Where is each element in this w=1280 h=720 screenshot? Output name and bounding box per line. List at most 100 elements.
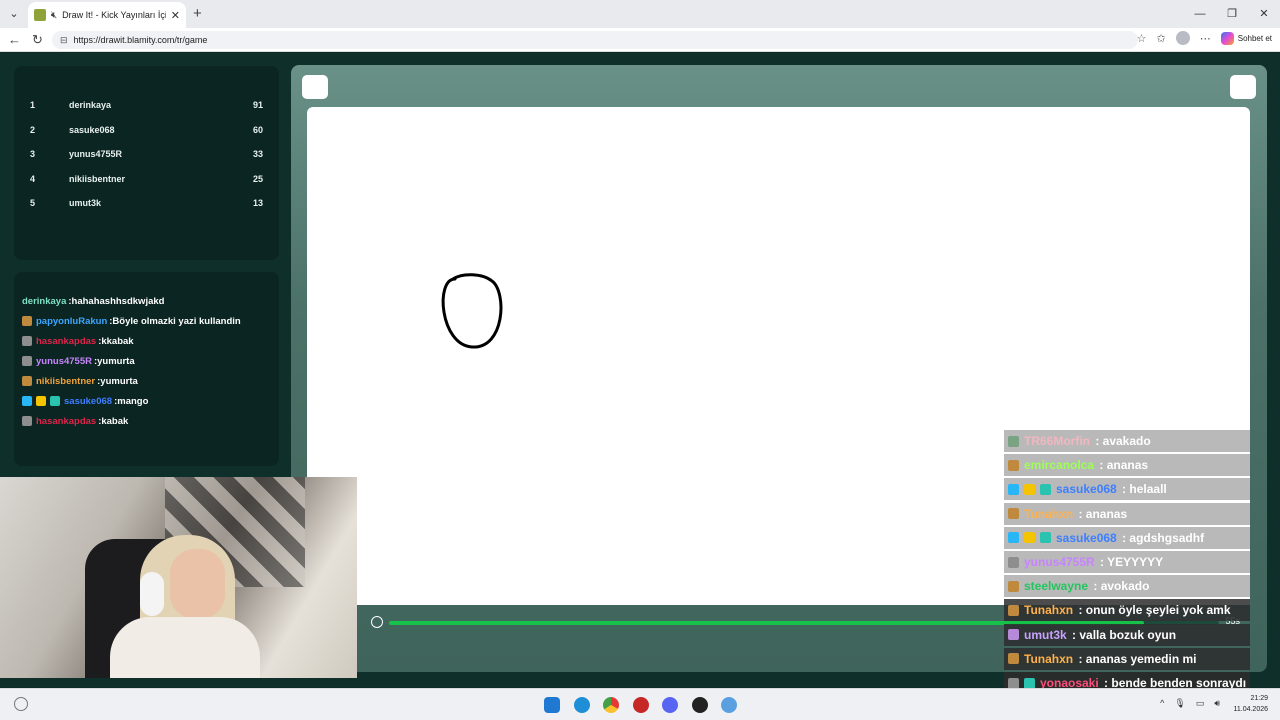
start-windows-icon[interactable] <box>544 697 560 713</box>
stream-chat-message: emircanolca : ananas <box>1004 454 1250 477</box>
streamer-face <box>170 549 225 619</box>
back-arrow-icon[interactable]: ← <box>8 32 21 47</box>
chat-text: :kabak <box>98 415 129 427</box>
stream-chat-message: sasuke068 : agdshgsadhf <box>1004 526 1250 549</box>
user-badge-icon <box>22 376 32 386</box>
chrome-icon[interactable] <box>603 697 619 713</box>
leaderboard-row: 5 umut3k 13 <box>14 198 279 216</box>
favorites-icon[interactable]: ✩ <box>1157 32 1166 45</box>
stream-chat-text: : avokado <box>1090 579 1150 594</box>
star-favorite-icon[interactable]: ☆ <box>1137 32 1147 45</box>
leaderboard-score: 13 <box>252 198 263 209</box>
chat-username[interactable]: nikiisbentner <box>36 376 95 387</box>
chat-username[interactable]: yunus4755R <box>36 356 92 367</box>
chat-username[interactable]: hasankapdas <box>36 336 96 347</box>
windows-taskbar: ^ 🎙︎ ▭ 🔊︎ 21:29 11.04.2026 <box>0 688 1280 720</box>
app-red-icon[interactable] <box>633 697 649 713</box>
leaderboard-score: 33 <box>252 149 263 160</box>
user-badge-icon <box>36 396 46 406</box>
chat-message: sasuke068:mango <box>22 392 148 410</box>
leaderboard-score: 60 <box>252 124 263 135</box>
drawn-stroke <box>441 273 503 349</box>
speaker-muted-icon[interactable]: 🔇︎ <box>51 10 57 21</box>
chat-text: :yumurta <box>97 375 138 387</box>
chat-message: hasankapdas:kkabak <box>22 332 134 350</box>
user-badge-icon <box>1008 653 1019 665</box>
user-badge-icon <box>1008 580 1019 592</box>
window-controls: — ❐ ✕ <box>1184 0 1280 28</box>
chat-username[interactable]: hasankapdas <box>36 416 96 427</box>
reload-icon[interactable]: ↻ <box>32 32 43 48</box>
chat-username[interactable]: derinkaya <box>22 296 66 307</box>
copilot-label: Sohbet et <box>1237 33 1272 43</box>
stream-chat-username: yunus4755R <box>1024 555 1095 569</box>
stream-chat-username: emircanolca <box>1024 458 1095 473</box>
stream-chat-text: : ananas yemedin mi <box>1075 651 1197 666</box>
leaderboard-name: nikiisbentner <box>69 173 126 184</box>
chat-username[interactable]: papyonluRakun <box>36 316 107 327</box>
url-text[interactable]: https://drawit.blamity.com/tr/game <box>74 35 208 45</box>
user-badge-icon <box>1008 532 1019 544</box>
user-badge-icon <box>1008 629 1019 641</box>
minimize-icon[interactable]: — <box>1184 0 1216 28</box>
user-badge-icon <box>1008 508 1019 520</box>
edge-browser-icon[interactable] <box>574 697 590 713</box>
stream-chat-message: sasuke068 : helaall <box>1004 478 1250 501</box>
search-icon[interactable] <box>14 697 28 711</box>
user-badge-icon <box>1008 483 1019 495</box>
stream-chat-message: Tunahxn : onun öyle şeylei yok amk <box>1004 599 1250 622</box>
leaderboard-rank: 3 <box>30 149 36 160</box>
game-left-button[interactable] <box>302 75 328 99</box>
chat-text: :Böyle olmazki yazi kullandin <box>109 315 241 327</box>
game-right-button[interactable] <box>1230 75 1256 99</box>
taskbar-clock[interactable]: 21:29 11.04.2026 <box>1233 693 1268 715</box>
chat-username[interactable]: sasuke068 <box>64 396 112 407</box>
network-icon[interactable]: ▭ <box>1196 698 1205 709</box>
user-badge-icon <box>1008 556 1019 568</box>
new-tab-plus-icon[interactable]: + <box>193 5 202 22</box>
site-info-icon[interactable]: ⊟ <box>60 35 68 46</box>
chat-message: nikiisbentner:yumurta <box>22 372 138 390</box>
tray-chevron-icon[interactable]: ^ <box>1160 698 1164 709</box>
user-badge-icon <box>1024 483 1035 495</box>
url-field[interactable]: ⊟ https://drawit.blamity.com/tr/game <box>52 31 1138 49</box>
more-menu-icon[interactable]: ⋯ <box>1200 32 1211 45</box>
leaderboard-score: 91 <box>252 100 263 110</box>
user-badge-icon <box>1040 532 1051 544</box>
obs-icon[interactable] <box>692 697 708 713</box>
stream-chat-username: steelwayne <box>1024 579 1089 594</box>
clock-time: 21:29 <box>1250 695 1268 702</box>
volume-icon[interactable]: 🔊︎ <box>1214 698 1220 709</box>
profile-avatar[interactable] <box>1175 31 1190 45</box>
browser-tab-active[interactable]: 🔇︎ Draw It! - Kick Yayınları İçin Ç ✕ <box>28 2 186 28</box>
microphone-icon[interactable]: 🎙︎ <box>1174 698 1185 709</box>
stream-chat-username: sasuke068 <box>1056 530 1117 545</box>
leaderboard-rank: 1 <box>30 100 36 110</box>
user-badge-icon <box>1040 483 1051 495</box>
discord-icon[interactable] <box>662 697 678 713</box>
chat-message: hasankapdas:kabak <box>22 412 128 430</box>
stream-chat-text: : ananas <box>1096 458 1149 473</box>
leaderboard-rank: 2 <box>30 124 36 135</box>
chat-text: :mango <box>114 395 149 407</box>
stream-chat-text: : avakado <box>1092 434 1151 448</box>
leaderboard-row: 4 nikiisbentner 25 <box>14 174 279 192</box>
leaderboard-name: sasuke068 <box>69 124 115 135</box>
user-badge-icon <box>1008 604 1019 616</box>
leaderboard-score: 25 <box>252 173 263 184</box>
chat-text: :kkabak <box>98 335 134 347</box>
chat-text: :yumurta <box>93 355 135 367</box>
restore-icon[interactable]: ❐ <box>1216 0 1248 28</box>
chat-message: derinkaya:hahahashhsdkwjakd <box>22 292 164 310</box>
stream-chat-text: : ananas <box>1075 506 1128 521</box>
address-bar: ← ↻ ⊟ https://drawit.blamity.com/tr/game… <box>0 28 1280 52</box>
close-window-icon[interactable]: ✕ <box>1248 0 1280 28</box>
tab-list-chevron-icon[interactable]: ⌄ <box>6 6 22 22</box>
copilot-chat-button[interactable]: Sohbet et <box>1220 31 1272 45</box>
stream-chat-message: umut3k : valla bozuk oyun <box>1004 623 1250 646</box>
stream-chat-overlay: TR66Morfin : avakado emircanolca : ananas… <box>1004 430 1280 720</box>
stream-chat-text: : onun öyle şeylei yok amk <box>1075 603 1231 618</box>
settings-gear-icon[interactable] <box>721 697 737 713</box>
close-tab-icon[interactable]: ✕ <box>171 9 180 22</box>
leaderboard-row: 1 derinkaya 91 <box>14 100 279 118</box>
